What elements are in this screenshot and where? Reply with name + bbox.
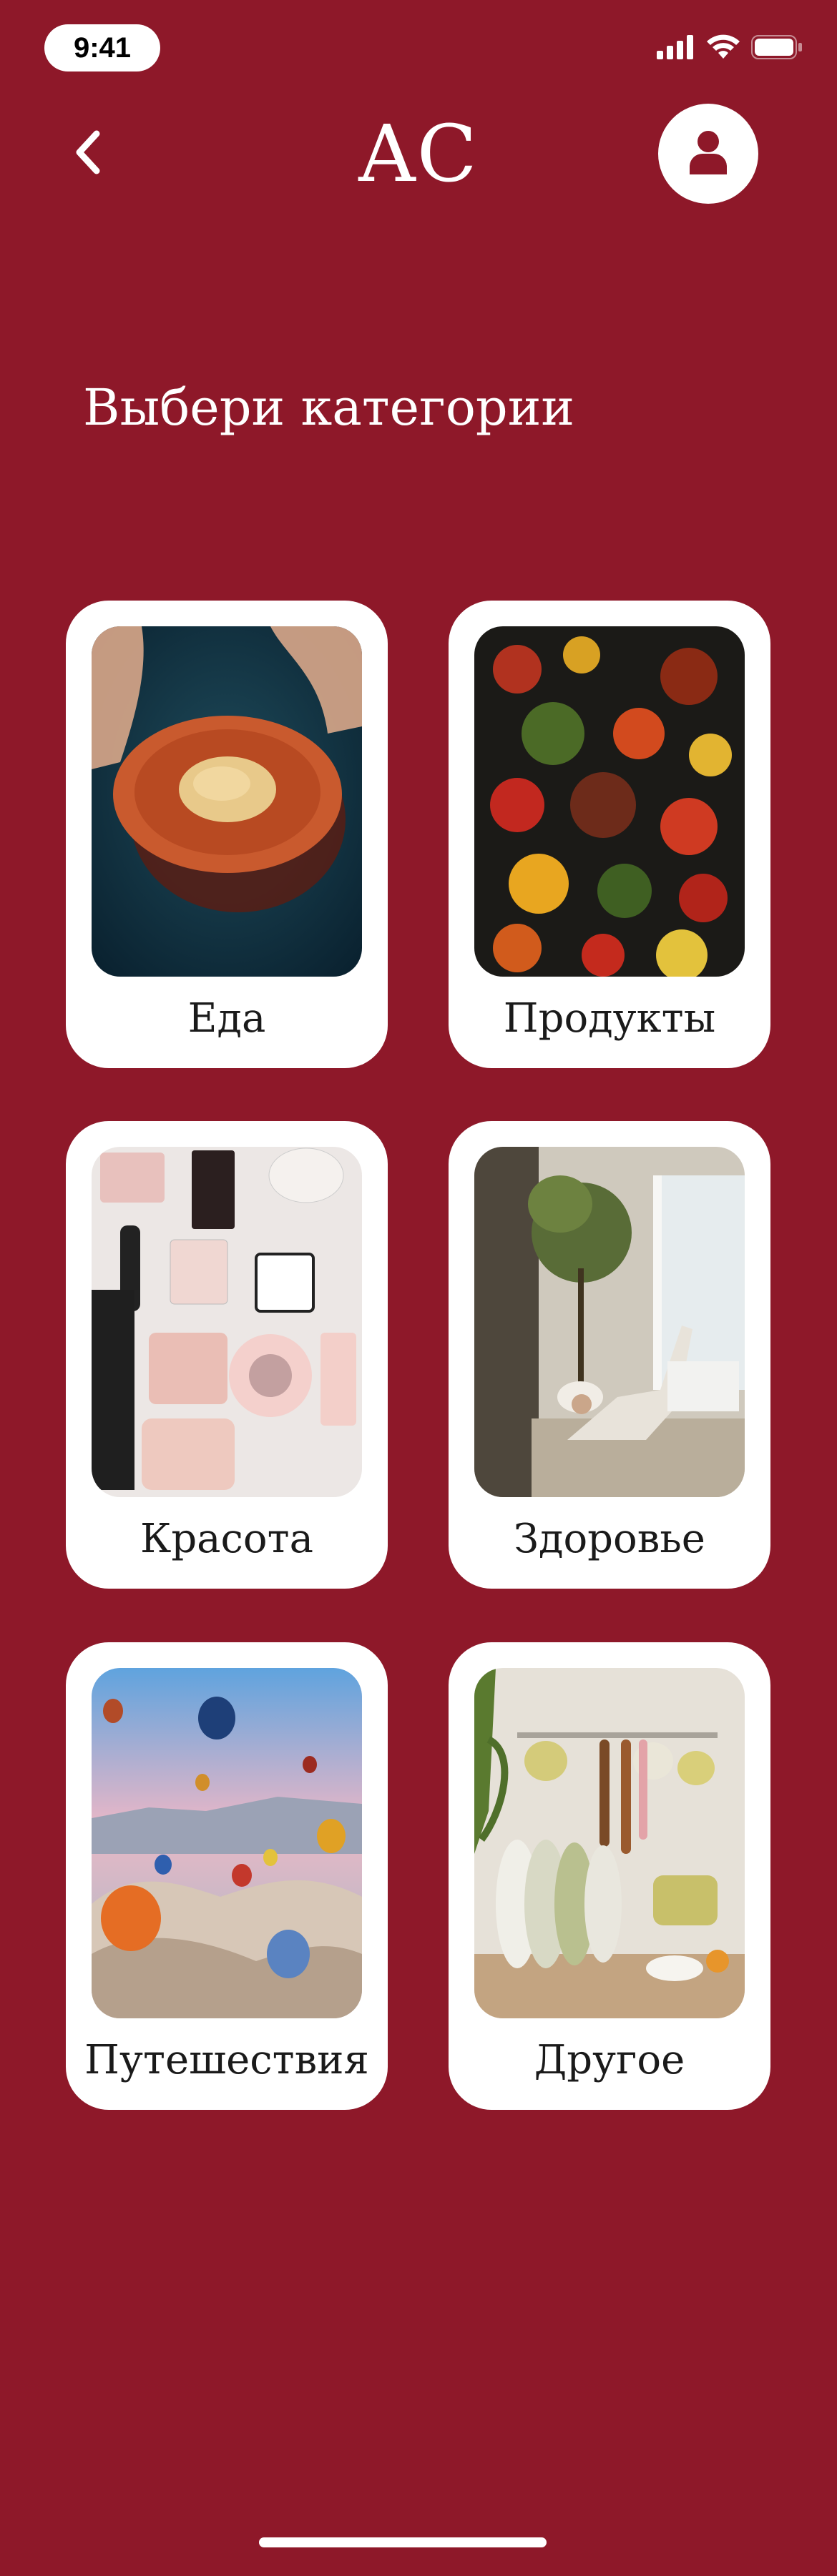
category-card-food[interactable]: Еда bbox=[66, 601, 388, 1068]
yoga-photo bbox=[474, 1147, 745, 1497]
category-card-health[interactable]: Здоровье bbox=[449, 1121, 770, 1589]
page-heading: Выбери категории bbox=[83, 378, 575, 437]
cosmetics-photo bbox=[92, 1147, 362, 1497]
hot-air-balloons-photo bbox=[92, 1668, 362, 2018]
home-indicator[interactable] bbox=[259, 2537, 547, 2547]
food-plate-photo bbox=[92, 626, 362, 977]
category-card-beauty[interactable]: Красота bbox=[66, 1121, 388, 1589]
wifi-icon bbox=[705, 34, 741, 63]
category-card-products[interactable]: Продукты bbox=[449, 601, 770, 1068]
category-label: Здоровье bbox=[514, 1516, 705, 1562]
kitchen-utensils-photo bbox=[474, 1668, 745, 2018]
category-label: Путешествия bbox=[84, 2037, 369, 2083]
category-label: Продукты bbox=[503, 995, 716, 1042]
status-time: 9:41 bbox=[44, 24, 160, 71]
user-icon bbox=[688, 130, 728, 177]
profile-button[interactable] bbox=[658, 104, 758, 204]
category-label: Красота bbox=[140, 1516, 314, 1562]
category-card-travel[interactable]: Путешествия bbox=[66, 1642, 388, 2110]
battery-icon bbox=[751, 35, 803, 62]
category-label: Еда bbox=[187, 995, 266, 1042]
vegetables-photo bbox=[474, 626, 745, 977]
status-icons bbox=[657, 34, 803, 63]
cellular-signal-icon bbox=[657, 35, 695, 62]
category-card-other[interactable]: Другое bbox=[449, 1642, 770, 2110]
status-bar: 9:41 bbox=[0, 0, 837, 86]
category-label: Другое bbox=[534, 2037, 685, 2083]
